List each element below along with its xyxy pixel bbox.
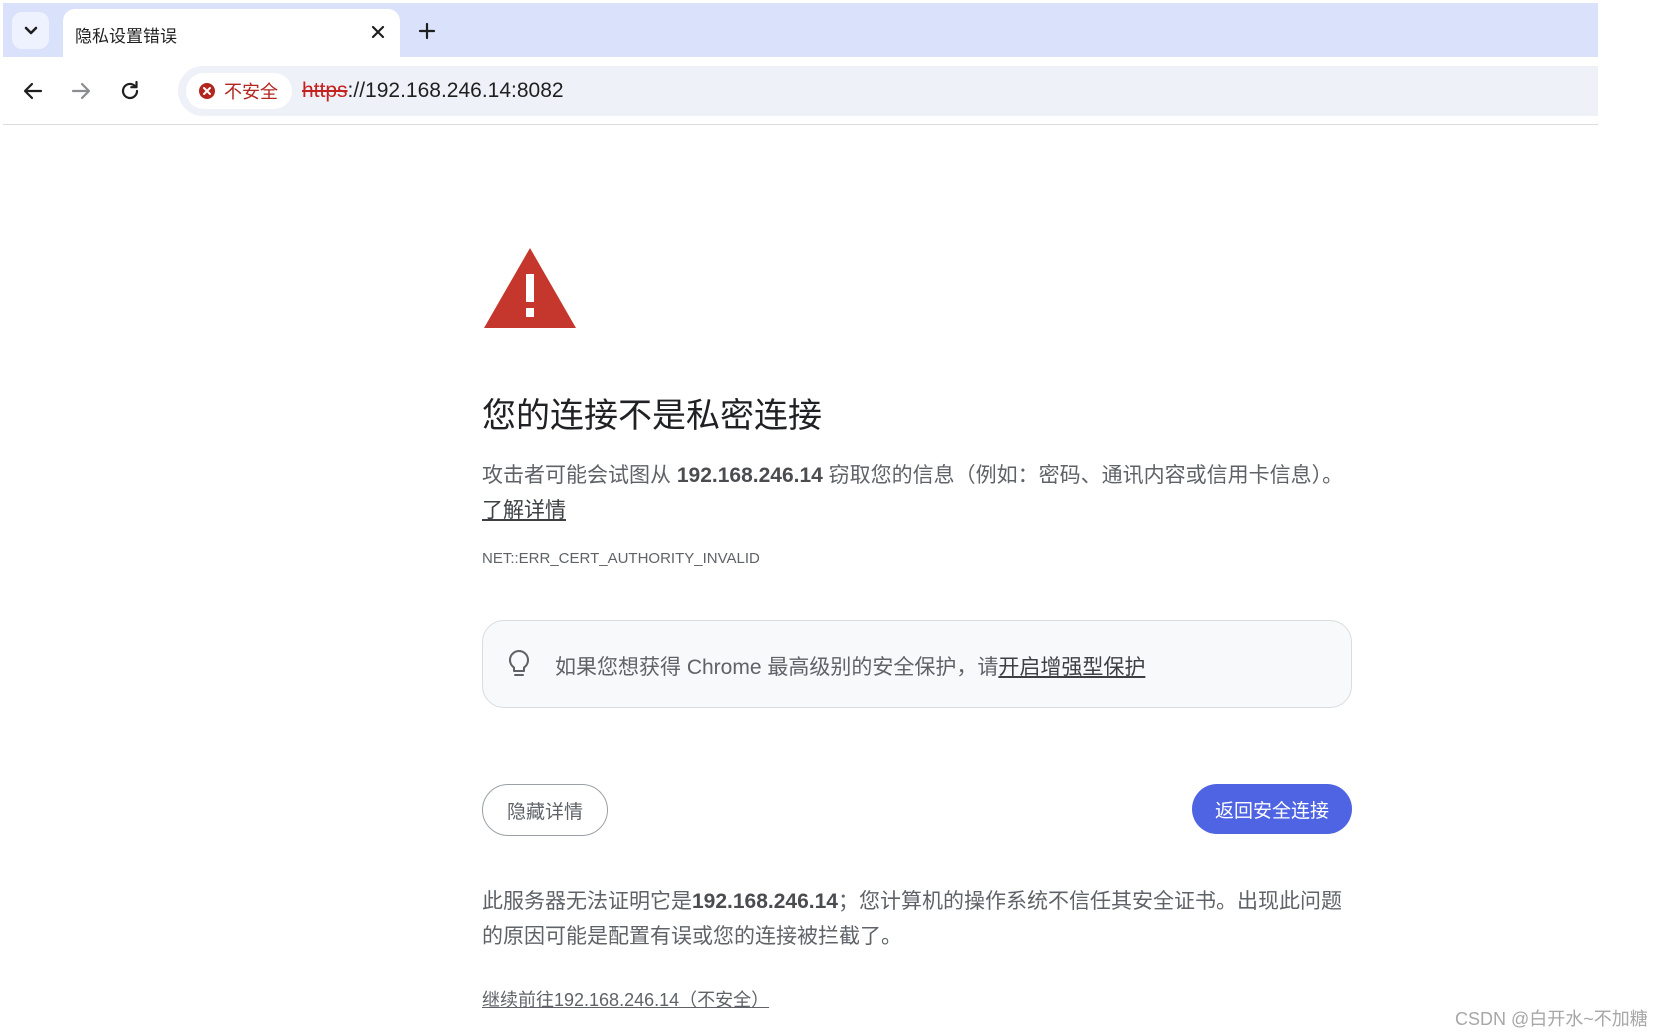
proceed-unsafe-link[interactable]: 继续前往192.168.246.14（不安全） — [482, 986, 769, 1012]
back-to-safety-button[interactable]: 返回安全连接 — [1192, 784, 1352, 834]
url-scheme: https — [302, 79, 348, 102]
arrow-left-icon — [23, 82, 43, 100]
back-button[interactable] — [17, 75, 49, 107]
browser-toolbar: 不安全 https://192.168.246.14:8082 — [3, 57, 1598, 125]
desc-text-before: 攻击者可能会试图从 — [482, 464, 677, 487]
address-bar[interactable]: 不安全 https://192.168.246.14:8082 — [178, 66, 1598, 116]
warning-triangle-icon — [484, 248, 576, 328]
enhanced-protection-link[interactable]: 开启增强型保护 — [998, 656, 1145, 679]
enhanced-protection-tip: 如果您想获得 Chrome 最高级别的安全保护，请开启增强型保护 — [482, 620, 1352, 708]
active-tab[interactable]: 隐私设置错误 — [63, 9, 400, 57]
details-text-before: 此服务器无法证明它是 — [482, 890, 692, 913]
tab-strip: 隐私设置错误 — [3, 3, 1598, 57]
learn-more-link[interactable]: 了解详情 — [482, 499, 566, 522]
reload-button[interactable] — [114, 75, 146, 107]
tip-text-label: 如果您想获得 Chrome 最高级别的安全保护，请 — [555, 656, 999, 679]
tab-close-button[interactable] — [366, 20, 390, 44]
security-chip-label: 不安全 — [224, 82, 278, 102]
url-host: ://192.168.246.14:8082 — [347, 79, 564, 102]
forward-button[interactable] — [65, 75, 97, 107]
details-text: 此服务器无法证明它是192.168.246.14；您计算机的操作系统不信任其安全… — [482, 884, 1362, 954]
hide-details-button[interactable]: 隐藏详情 — [482, 784, 608, 836]
details-host: 192.168.246.14 — [692, 890, 838, 913]
url-text[interactable]: https://192.168.246.14:8082 — [302, 79, 564, 103]
tab-title: 隐私设置错误 — [75, 27, 177, 46]
page-title: 您的连接不是私密连接 — [482, 397, 822, 435]
new-tab-button[interactable] — [413, 17, 441, 45]
error-code: NET::ERR_CERT_AUTHORITY_INVALID — [482, 550, 760, 567]
watermark: CSDN @白开水~不加糖 — [1455, 1009, 1648, 1029]
close-icon — [371, 25, 385, 39]
reload-icon — [121, 80, 139, 100]
description: 攻击者可能会试图从 192.168.246.14 窃取您的信息（例如：密码、通讯… — [482, 458, 1352, 528]
desc-host: 192.168.246.14 — [676, 464, 823, 487]
desc-text-after: 窃取您的信息（例如：密码、通讯内容或信用卡信息）。 — [822, 464, 1344, 487]
browser-window: 隐私设置错误 不安全 https://192.168.246.14:8082 — [3, 3, 1598, 125]
arrow-right-icon — [71, 82, 91, 100]
plus-icon — [418, 22, 436, 40]
chevron-down-icon — [24, 26, 37, 34]
lightbulb-icon — [508, 649, 530, 676]
not-secure-icon — [199, 83, 215, 99]
tab-search-button[interactable] — [12, 12, 49, 49]
security-chip[interactable]: 不安全 — [186, 73, 292, 109]
tip-text: 如果您想获得 Chrome 最高级别的安全保护，请开启增强型保护 — [555, 651, 1145, 681]
